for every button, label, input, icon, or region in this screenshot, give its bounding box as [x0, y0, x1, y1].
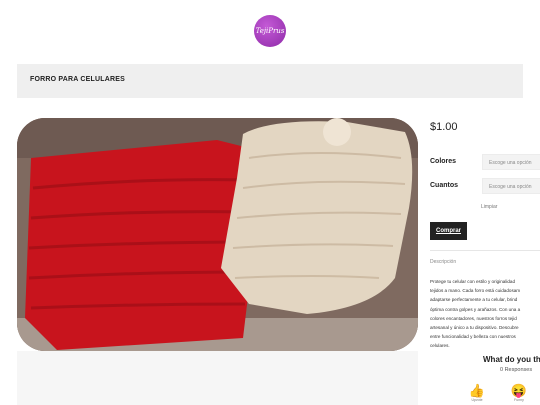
divider	[430, 250, 540, 251]
reaction-label: Funny	[514, 398, 524, 402]
product-photo-svg	[17, 118, 418, 351]
product-title: FORRO PARA CELULARES	[30, 76, 125, 83]
description-tab[interactable]: Descripción	[430, 259, 456, 265]
description-text: Protege tu celular con estilo y original…	[430, 279, 521, 349]
logo-text: TejiPrus	[255, 27, 285, 35]
brand-logo[interactable]: TejiPrus	[254, 15, 286, 47]
buy-button[interactable]: Comprar	[430, 222, 467, 240]
laughing-face-icon: 😝	[510, 383, 528, 398]
reaction-upvote[interactable]: 👍 Upvote	[466, 383, 488, 403]
product-title-bar: FORRO PARA CELULARES	[17, 64, 523, 98]
product-price: $1.00	[430, 121, 458, 133]
reaction-funny[interactable]: 😝 Funny	[508, 383, 530, 403]
product-image[interactable]	[17, 118, 418, 351]
clear-link[interactable]: Limpiar	[481, 204, 497, 210]
image-gallery-area	[17, 351, 418, 405]
option-label-cuantos: Cuantos	[430, 182, 458, 189]
option-label-colores: Colores	[430, 158, 457, 165]
reaction-label: Upvote	[471, 398, 483, 402]
colores-select[interactable]: Escoge una opción	[482, 154, 540, 170]
cuantos-select[interactable]: Escoge una opción	[482, 178, 540, 194]
thumbs-up-icon: 👍	[468, 383, 486, 398]
responses-count: 0 Responses	[500, 367, 533, 373]
reactions-heading: What do you th	[483, 355, 540, 364]
